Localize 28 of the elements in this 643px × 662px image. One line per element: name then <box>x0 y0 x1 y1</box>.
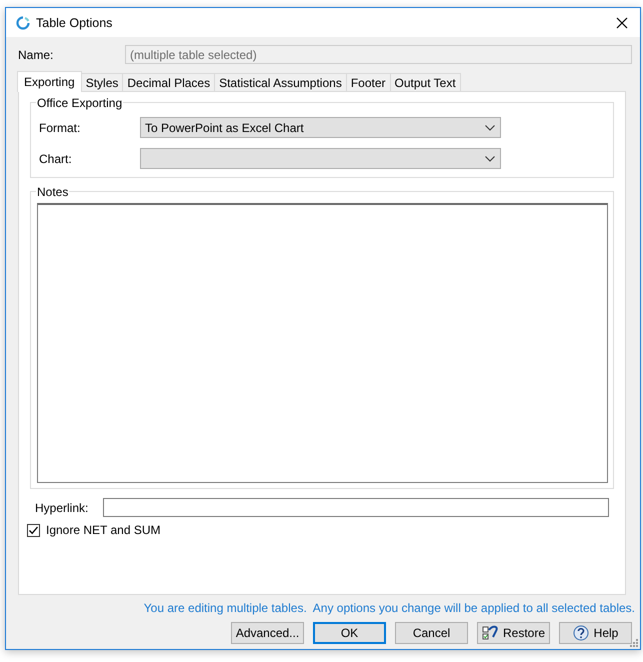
checkbox-label: Ignore NET and SUM <box>46 523 160 537</box>
field-label: Format: <box>39 120 82 134</box>
tab[interactable]: Styles <box>80 73 124 91</box>
dialog-button[interactable]: Cancel <box>395 622 468 644</box>
group-title: Notes <box>36 185 70 199</box>
name-label: Name: <box>18 48 54 62</box>
group-title: Office Exporting <box>36 96 124 110</box>
close-icon[interactable] <box>616 16 628 28</box>
field-label: Chart: <box>39 152 73 166</box>
checklist-arrow-icon <box>482 625 500 641</box>
hyperlink-label: Hyperlink: <box>35 500 90 514</box>
resize-grip-icon[interactable] <box>630 639 638 647</box>
app-logo-icon <box>16 16 30 30</box>
tab[interactable]: Exporting <box>17 71 82 92</box>
tab[interactable]: Output Text <box>390 73 461 91</box>
dropdown[interactable]: To PowerPoint as Excel Chart <box>140 117 501 138</box>
checkbox[interactable] <box>27 524 40 536</box>
hyperlink-field[interactable] <box>103 498 609 517</box>
dialog-button[interactable]: Advanced... <box>231 622 304 644</box>
dialog-button[interactable]: Restore <box>477 622 550 644</box>
tab[interactable]: Statistical Assumptions <box>214 73 347 91</box>
dialog-button[interactable]: OK <box>313 622 386 644</box>
dialog-button[interactable]: Help <box>559 622 632 644</box>
chevron-down-icon <box>485 156 495 162</box>
chevron-down-icon <box>485 124 495 130</box>
help-icon <box>572 625 591 641</box>
window-title: Table Options <box>36 16 114 30</box>
info-message: You are editing multiple tables. Any options you change will be applied to all selected tables. <box>142 600 635 615</box>
